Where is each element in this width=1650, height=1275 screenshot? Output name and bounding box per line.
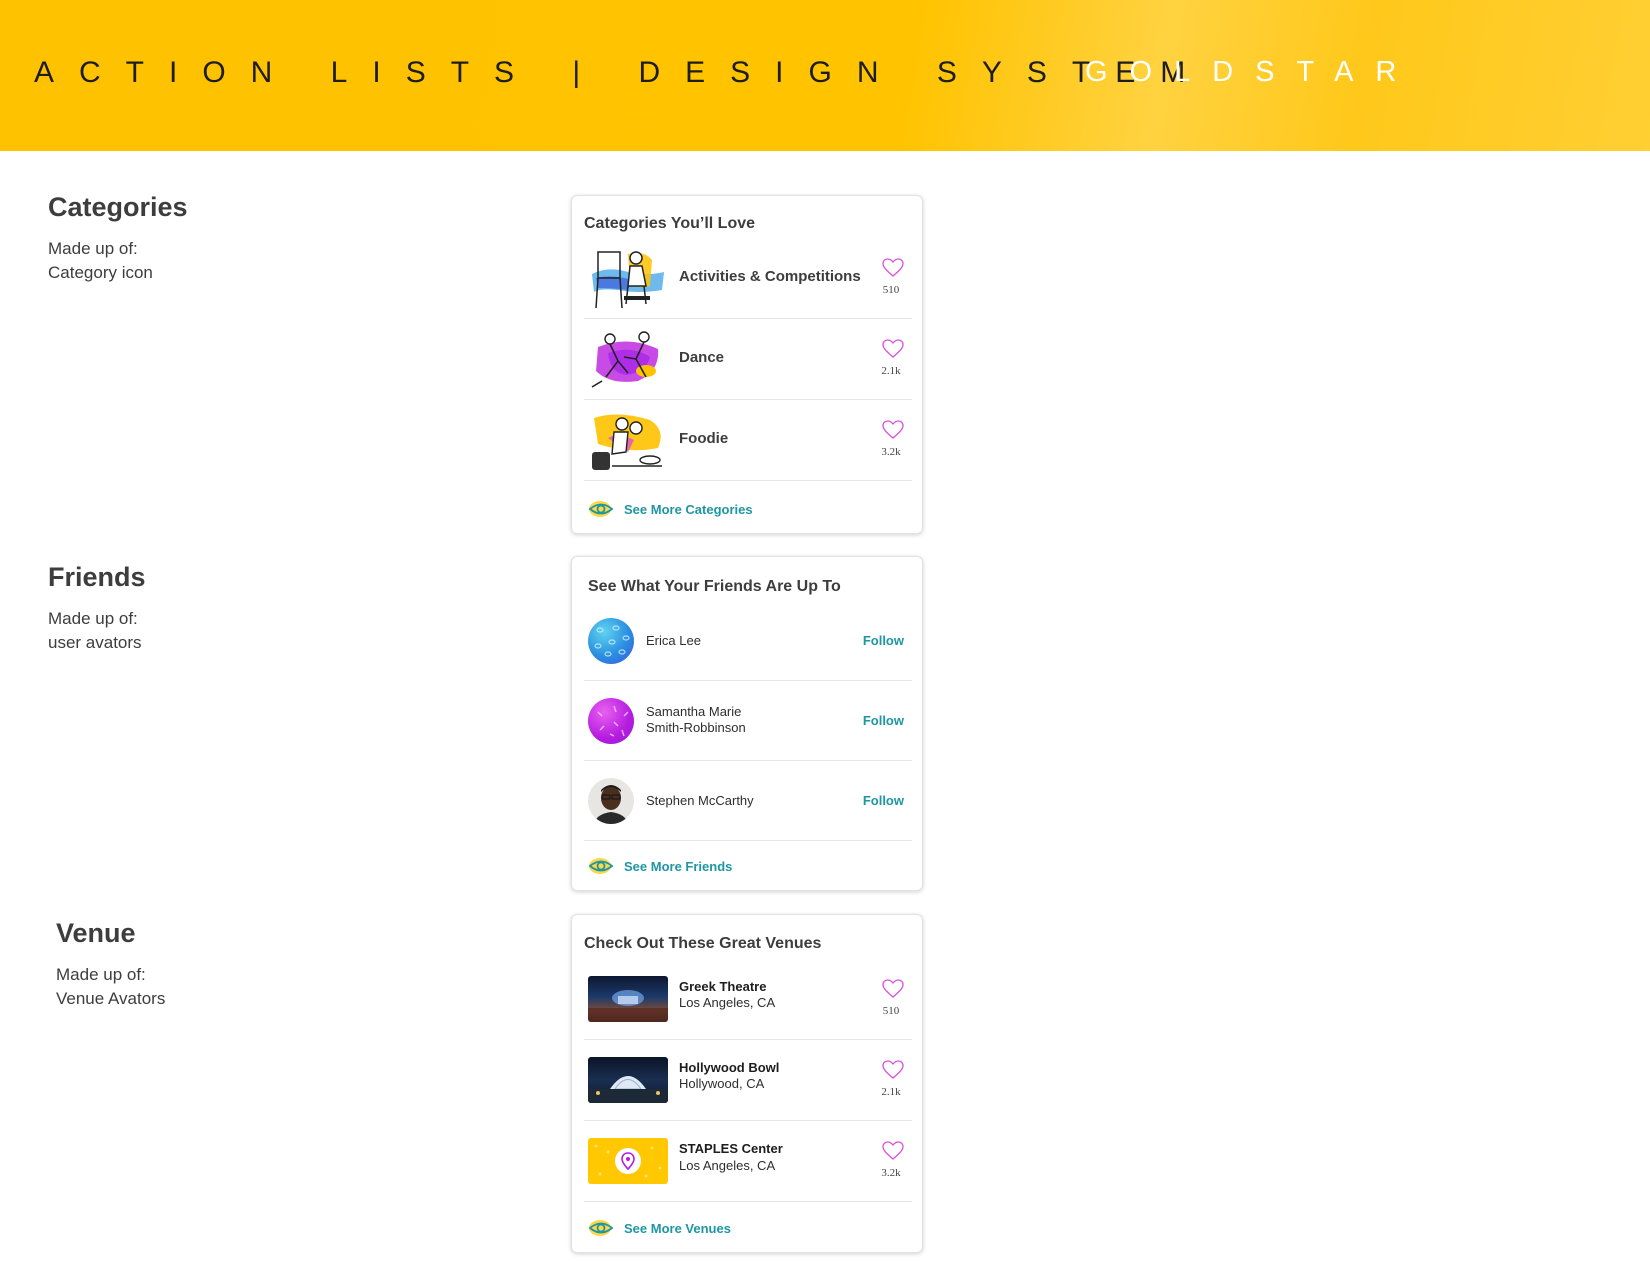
- section-made-up-of: Made up of:: [56, 965, 146, 984]
- card-title: Categories You’ll Love: [584, 215, 756, 232]
- list-item-venue[interactable]: Greek Theatre Los Angeles, CA 510: [584, 959, 912, 1040]
- heart-icon[interactable]: [882, 979, 904, 999]
- friend-name-line: Samantha Marie: [646, 704, 742, 719]
- pattern-icon: [597, 705, 629, 737]
- section-categories: Categories Made up of: Category icon: [48, 192, 188, 285]
- heart-icon[interactable]: [882, 258, 904, 278]
- favorite-count: 510: [882, 284, 900, 296]
- section-heading: Categories: [48, 192, 188, 222]
- bandshell-photo-icon: [588, 1076, 668, 1103]
- favorite-count: 2.1k: [881, 365, 901, 377]
- venue-name[interactable]: Hollywood Bowl: [679, 1060, 779, 1075]
- category-label[interactable]: Foodie: [679, 430, 728, 447]
- header-banner: ACTION LISTS | DESIGN SYSTEM GOLDSTAR: [0, 0, 1650, 151]
- dancers-illustration-icon: [591, 331, 659, 388]
- venue-location: Los Angeles, CA: [679, 1158, 776, 1173]
- diners-illustration-icon: [592, 414, 662, 470]
- person-photo-icon: [594, 785, 628, 824]
- see-more-label[interactable]: See More Categories: [624, 502, 753, 517]
- friend-name-line: Smith-Robbinson: [646, 720, 746, 735]
- venue-location: Hollywood, CA: [679, 1076, 765, 1091]
- stage-photo-icon: [588, 990, 668, 1022]
- card-title: Check Out These Great Venues: [584, 935, 822, 952]
- list-item-category[interactable]: Dance 2.1k: [584, 319, 912, 400]
- page-title: ACTION LISTS | DESIGN SYSTEM: [34, 56, 1211, 89]
- heart-icon[interactable]: [882, 420, 904, 440]
- friend-name[interactable]: Stephen McCarthy: [646, 793, 754, 809]
- venue-photo: [588, 976, 668, 1022]
- pattern-icon: [594, 625, 630, 657]
- list-item-venue[interactable]: Hollywood Bowl Hollywood, CA 2.1k: [584, 1040, 912, 1121]
- see-more-categories-link[interactable]: See More Categories: [588, 497, 753, 521]
- see-more-label[interactable]: See More Venues: [624, 1221, 731, 1236]
- eye-icon: [588, 858, 614, 874]
- category-label[interactable]: Dance: [679, 349, 724, 366]
- heart-icon[interactable]: [882, 1141, 904, 1161]
- brand-wordmark: GOLDSTAR: [1085, 56, 1419, 88]
- section-made-up-of: Made up of:: [48, 239, 138, 258]
- friend-name[interactable]: Erica Lee: [646, 633, 701, 649]
- list-item-friend[interactable]: Erica Lee Follow: [584, 601, 912, 681]
- favorite-count: 510: [882, 1005, 900, 1017]
- eye-icon: [588, 501, 614, 517]
- favorite-count: 2.1k: [881, 1086, 901, 1098]
- see-more-venues-link[interactable]: See More Venues: [588, 1216, 731, 1240]
- location-pin-icon: [594, 1144, 662, 1178]
- friends-card: See What Your Friends Are Up To Erica Le…: [571, 556, 923, 891]
- see-more-label[interactable]: See More Friends: [624, 859, 732, 874]
- venue-name[interactable]: Greek Theatre: [679, 979, 766, 994]
- section-heading: Friends: [48, 562, 146, 592]
- eye-icon: [588, 1220, 614, 1236]
- follow-button[interactable]: Follow: [863, 633, 904, 648]
- heart-icon[interactable]: [882, 339, 904, 359]
- venue-photo: [588, 1057, 668, 1103]
- section-detail: Venue Avators: [56, 989, 166, 1008]
- venue-placeholder: [588, 1138, 668, 1184]
- section-venue: Venue Made up of: Venue Avators: [56, 918, 165, 1011]
- avatar: [588, 778, 634, 824]
- list-item-category[interactable]: Foodie 3.2k: [584, 400, 912, 481]
- card-title: See What Your Friends Are Up To: [588, 578, 841, 595]
- list-item-category[interactable]: Activities & Competitions 510: [584, 238, 912, 319]
- favorite-count: 3.2k: [881, 446, 901, 458]
- section-heading: Venue: [56, 918, 136, 948]
- venue-location: Los Angeles, CA: [679, 995, 776, 1010]
- section-detail: Category icon: [48, 263, 153, 282]
- list-item-friend[interactable]: Stephen McCarthy Follow: [584, 761, 912, 841]
- follow-button[interactable]: Follow: [863, 793, 904, 808]
- see-more-friends-link[interactable]: See More Friends: [588, 854, 732, 878]
- list-item-venue[interactable]: STAPLES Center Los Angeles, CA 3.2k: [584, 1121, 912, 1202]
- section-detail: user avators: [48, 633, 142, 652]
- heart-icon[interactable]: [882, 1060, 904, 1080]
- friend-name[interactable]: Samantha Marie Smith-Robbinson: [646, 704, 746, 736]
- venue-name[interactable]: STAPLES Center: [679, 1141, 783, 1156]
- painter-illustration-icon: [592, 251, 664, 309]
- categories-card: Categories You’ll Love Activities & Comp…: [571, 195, 923, 534]
- section-friends: Friends Made up of: user avators: [48, 562, 146, 655]
- follow-button[interactable]: Follow: [863, 713, 904, 728]
- category-label[interactable]: Activities & Competitions: [679, 268, 861, 285]
- favorite-count: 3.2k: [881, 1167, 901, 1179]
- venues-card: Check Out These Great Venues Greek Theat…: [571, 914, 923, 1253]
- avatar: [588, 698, 634, 744]
- section-made-up-of: Made up of:: [48, 609, 138, 628]
- avatar: [588, 618, 634, 664]
- list-item-friend[interactable]: Samantha Marie Smith-Robbinson Follow: [584, 681, 912, 761]
